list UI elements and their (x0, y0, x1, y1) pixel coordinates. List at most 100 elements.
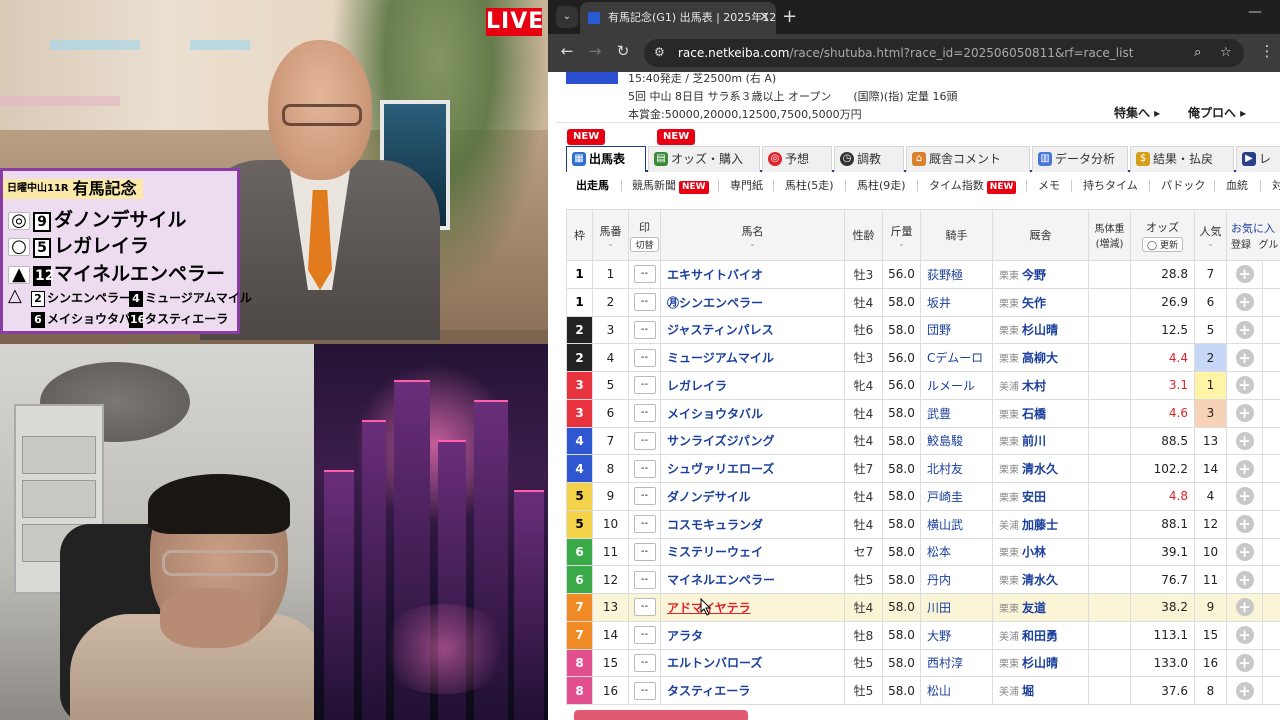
browser-tab-active[interactable]: 有馬記念(G1) 出馬表 | 2025年12 ✕ (580, 2, 776, 34)
subtab-time-index[interactable]: タイム指数 NEW (929, 176, 1017, 196)
mark-select[interactable]: -- (633, 653, 656, 672)
horse-row[interactable]: 5 10 -- コスモキュランダ 牡4 58.0 横山武 美浦 加藤士 88.1 12 + (566, 509, 1280, 539)
zoom-icon[interactable]: ⌕ (1194, 45, 1201, 60)
horse-row[interactable]: 4 7 -- サンライズジパング 牡4 58.0 鮫島駿 栗東 前川 88.5 13 + (566, 426, 1280, 456)
trainer-link[interactable]: 清水久 (1022, 462, 1058, 476)
mark-select[interactable]: -- (633, 626, 656, 645)
trainer-link[interactable]: 小林 (1022, 545, 1046, 559)
add-favorite-button[interactable]: + (1235, 348, 1254, 367)
horse-name-link[interactable]: マイネルエンペラー (660, 565, 845, 594)
mark-select[interactable]: -- (633, 404, 656, 423)
address-bar[interactable]: ⚙ race.netkeiba.com/race/shutuba.html?ra… (644, 39, 1244, 67)
special-feature-link[interactable]: 特集へ ▸ (1114, 104, 1160, 121)
trainer-link[interactable]: 清水久 (1022, 573, 1058, 587)
add-favorite-button[interactable]: + (1235, 542, 1254, 561)
add-favorite-button[interactable]: + (1235, 681, 1254, 700)
trainer-link[interactable]: 堀 (1022, 684, 1034, 698)
horse-name-link[interactable]: シュヴァリエローズ (660, 454, 845, 483)
tab-replay[interactable]: ▶ レ (1236, 146, 1280, 172)
subtab-taisen[interactable]: 対 (1272, 176, 1280, 196)
jockey-link[interactable]: 松本 (920, 537, 993, 567)
tab-stable-comment[interactable]: ⌂ 厩舎コメント (906, 146, 1030, 172)
tab-search-button[interactable]: ⌄ (556, 6, 578, 28)
subtab-umabashira-5[interactable]: 馬柱(5走) (785, 176, 834, 196)
add-favorite-button[interactable]: + (1235, 320, 1254, 339)
tab-results[interactable]: $ 結果・払戻 (1130, 146, 1234, 172)
mark-select[interactable]: -- (633, 598, 656, 617)
menu-icon[interactable]: ⋮ (1256, 42, 1278, 60)
add-favorite-button[interactable]: + (1235, 404, 1254, 423)
subtab-paddock[interactable]: パドック (1161, 176, 1205, 196)
add-favorite-button[interactable]: + (1235, 487, 1254, 506)
horse-name-link[interactable]: メイショウタバル (660, 398, 845, 428)
jockey-link[interactable]: 松山 (920, 676, 993, 705)
close-tab-icon[interactable]: ✕ (759, 2, 770, 34)
horse-row[interactable]: 6 12 -- マイネルエンペラー 牡5 58.0 丹内 栗東 清水久 76.7 11 + (566, 565, 1280, 594)
trainer-link[interactable]: 加藤士 (1022, 518, 1058, 532)
back-arrow-icon[interactable]: ← (556, 42, 578, 60)
add-favorite-button[interactable]: + (1235, 376, 1254, 395)
jockey-link[interactable]: 川田 (920, 593, 993, 622)
horse-name-link[interactable]: ㊊シンエンペラー (660, 287, 845, 317)
tab-data-analysis[interactable]: ▥ データ分析 (1032, 146, 1128, 172)
horse-name-link[interactable]: タスティエーラ (660, 676, 845, 705)
jockey-link[interactable]: 坂井 (920, 287, 993, 317)
horse-name-link[interactable]: エキサイトバイオ (660, 260, 845, 289)
jockey-link[interactable]: 横山武 (920, 509, 993, 539)
horse-row[interactable]: 8 16 -- タスティエーラ 牡5 58.0 松山 美浦堀 37.6 8 + (566, 676, 1280, 705)
trainer-link[interactable]: 前川 (1022, 434, 1046, 448)
horse-row[interactable]: 1 2 -- ㊊シンエンペラー 牡4 58.0 坂井 栗東 矢作 26.9 6 + (566, 287, 1280, 317)
mark-select[interactable]: -- (633, 459, 656, 478)
site-info-icon[interactable]: ⚙ (654, 45, 670, 61)
horse-name-link[interactable]: ミュージアムマイル (660, 343, 845, 372)
add-favorite-button[interactable]: + (1235, 653, 1254, 672)
odds-refresh-button[interactable]: ◯ 更新 (1142, 236, 1183, 252)
mark-select[interactable]: -- (633, 570, 656, 589)
add-favorite-button[interactable]: + (1235, 431, 1254, 450)
new-tab-button[interactable]: + (782, 4, 797, 30)
sort-icon[interactable]: ⌄ (883, 239, 920, 248)
ore-pro-link[interactable]: 俺プロへ ▸ (1188, 104, 1246, 121)
add-favorite-button[interactable]: + (1235, 265, 1254, 284)
tab-shutuba[interactable]: ▦ 出馬表 NEW (566, 129, 646, 172)
trainer-link[interactable]: 杉山晴 (1022, 323, 1058, 337)
header-popularity[interactable]: 人気 ⌄ (1194, 209, 1227, 261)
sort-icon[interactable]: ⌄ (661, 239, 844, 248)
header-horse-name[interactable]: 馬名 ⌄ (660, 209, 845, 261)
horse-name-link[interactable]: エルトンバローズ (660, 648, 845, 678)
horse-name-link[interactable]: ジャスティンパレス (660, 315, 845, 345)
tab-chokyo[interactable]: ◷ 調教 (834, 146, 904, 172)
horse-name-link[interactable]: レガレイラ (660, 371, 845, 400)
horse-name-link[interactable]: サンライズジパング (660, 426, 845, 456)
tab-yoso[interactable]: ◎ 予想 (762, 146, 832, 172)
trainer-link[interactable]: 安田 (1022, 490, 1046, 504)
sort-icon[interactable]: ⌄ (593, 239, 628, 248)
horse-row[interactable]: 713--アドマイヤテラ牡458.0川田栗東友道 38.29 + (566, 593, 1280, 622)
horse-row[interactable]: 2 3 -- ジャスティンパレス 牡6 58.0 団野 栗東 杉山晴 12.5 5 + (566, 315, 1280, 345)
mark-select[interactable]: -- (633, 515, 656, 534)
jockey-link[interactable]: 荻野極 (920, 260, 993, 289)
reload-icon[interactable]: ↻ (612, 42, 634, 60)
forward-arrow-icon[interactable]: → (584, 42, 606, 60)
jockey-link[interactable]: 丹内 (920, 565, 993, 594)
horse-row[interactable]: 8 15 -- エルトンバローズ 牡5 58.0 西村淳 栗東 杉山晴 133.0 16 + (566, 648, 1280, 678)
tab-odds[interactable]: ▤ オッズ・購入 NEW (648, 129, 760, 172)
jockey-link[interactable]: 団野 (920, 315, 993, 345)
header-weight[interactable]: 斤量 ⌄ (882, 209, 921, 261)
mark-select[interactable]: -- (633, 681, 656, 700)
horse-row[interactable]: 3 5 -- レガレイラ 牝4 56.0 ルメール 美浦 木村 3.1 1 + (566, 371, 1280, 400)
jockey-link[interactable]: 武豊 (920, 398, 993, 428)
trainer-link[interactable]: 矢作 (1022, 296, 1046, 310)
subtab-umabashira-9[interactable]: 馬柱(9走) (857, 176, 906, 196)
jockey-link[interactable]: 大野 (920, 620, 993, 650)
horse-name-link[interactable]: ミステリーウェイ (660, 537, 845, 567)
mark-select[interactable]: -- (633, 320, 656, 339)
jockey-link[interactable]: ルメール (920, 371, 993, 400)
jockey-link[interactable]: 鮫島駿 (920, 426, 993, 456)
minimize-icon[interactable]: — (1248, 4, 1262, 20)
subtab-mochi-time[interactable]: 持ちタイム (1083, 176, 1138, 196)
header-umaban[interactable]: 馬番 ⌄ (592, 209, 629, 261)
horse-row[interactable]: 2 4 -- ミュージアムマイル 牡3 56.0 Cデムーロ 栗東 高柳大 4.4 2 + (566, 343, 1280, 372)
jockey-link[interactable]: 北村友 (920, 454, 993, 483)
add-favorite-button[interactable]: + (1235, 293, 1254, 312)
